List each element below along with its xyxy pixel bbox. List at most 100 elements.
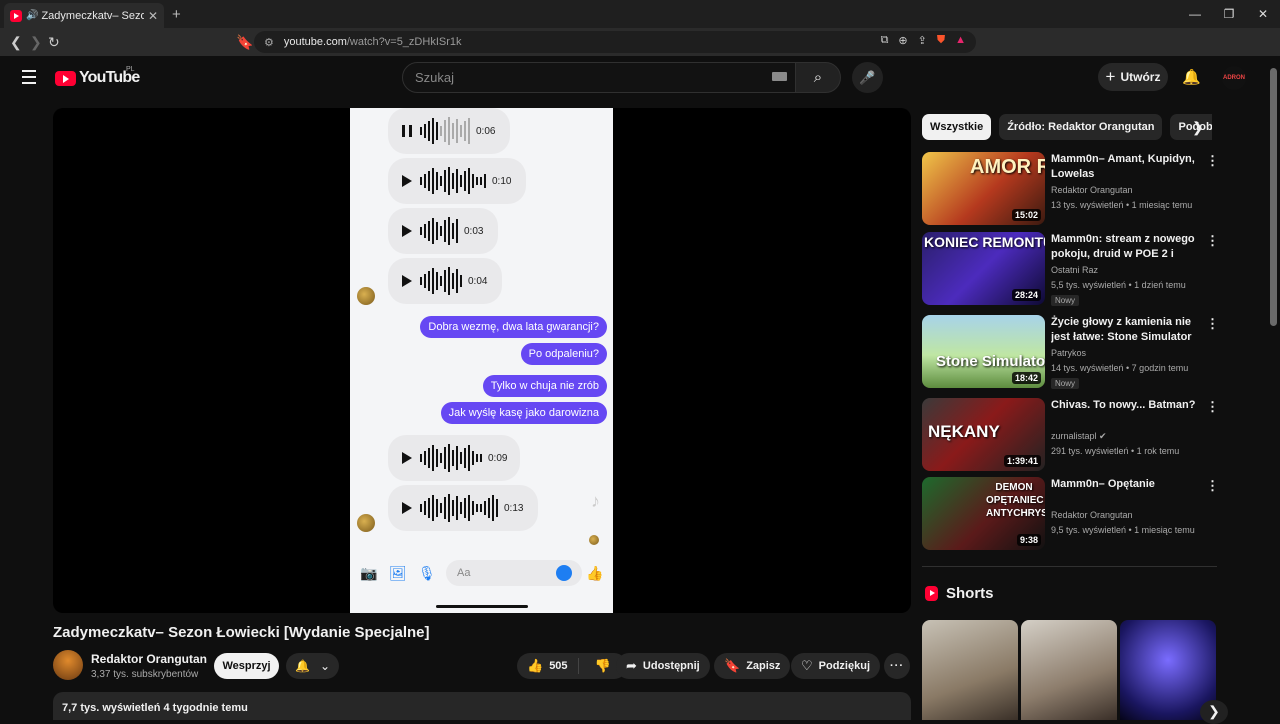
- open-external-icon[interactable]: ⧉: [881, 34, 889, 47]
- shorts-heading: Shorts: [946, 585, 994, 602]
- sender-avatar: [357, 514, 375, 532]
- brave-rewards-icon[interactable]: ▲: [955, 34, 966, 47]
- channel-avatar[interactable]: [53, 650, 83, 680]
- channel-name[interactable]: Redaktor Orangutan: [91, 652, 207, 666]
- search-icon: ⌕: [813, 69, 823, 86]
- video-meta: 9,5 tys. wyświetleń • 1 miesiąc temu: [1051, 525, 1195, 535]
- thumbs-up-icon: 👍: [586, 565, 604, 581]
- thumbnail-caption: KONIEC REMONTU: [924, 234, 1045, 250]
- video-title: Życie głowy z kamienia nie jest łatwe: S…: [1051, 316, 1192, 343]
- mic-icon: 🎙: [418, 565, 436, 581]
- voice-message: 0:09: [388, 435, 520, 481]
- mic-icon: 🎤: [859, 70, 876, 85]
- more-options-icon[interactable]: ⋮: [1206, 154, 1219, 167]
- video-thumbnail[interactable]: DEMON OPĘTANIEC ANTYCHRYST 9:38: [922, 477, 1045, 550]
- browser-toolbar: ❮ ❯ ↻ 🔖 ⚙ youtube.com /watch?v=5_zDHkISr…: [0, 28, 1280, 76]
- notifications-bell-icon[interactable]: 🔔: [1182, 68, 1201, 86]
- voice-message: 0:03: [388, 208, 498, 254]
- reload-icon[interactable]: ↻: [48, 34, 60, 51]
- save-button[interactable]: 🔖 Zapisz: [714, 653, 791, 679]
- more-options-icon[interactable]: ⋮: [1206, 400, 1219, 413]
- share-button[interactable]: ➦ Udostępnij: [616, 653, 710, 679]
- search-input[interactable]: Szukaj: [402, 62, 796, 93]
- heart-dollar-icon: ♡: [801, 658, 813, 673]
- voice-message: 0:04: [388, 258, 502, 304]
- video-thumbnail[interactable]: Stone Simulator 18:42: [922, 315, 1045, 388]
- video-duration: 18:42: [1011, 372, 1041, 384]
- video-thumbnail[interactable]: NĘKANY 1:39:41: [922, 398, 1045, 471]
- more-options-icon[interactable]: ⋮: [1206, 479, 1219, 492]
- chip-source[interactable]: Źródło: Redaktor Orangutan: [999, 114, 1163, 140]
- audio-playing-icon[interactable]: 🔊: [26, 10, 38, 21]
- hamburger-menu-icon[interactable]: [22, 70, 36, 88]
- video-meta: 5,5 tys. wyświetleń • 1 dzień temu: [1051, 280, 1186, 290]
- brave-shields-icon[interactable]: ⛊: [937, 34, 945, 47]
- like-button[interactable]: 👍 505: [517, 658, 579, 674]
- subscriber-count: 3,37 tys. subskrybentów: [91, 669, 199, 680]
- thanks-button[interactable]: ♡ Podziękuj: [791, 653, 880, 679]
- minimize-button[interactable]: —: [1178, 7, 1212, 21]
- more-actions-button[interactable]: ···: [884, 653, 910, 679]
- youtube-play-icon: [55, 70, 76, 86]
- video-thumbnail[interactable]: AMOR RA 15:02: [922, 152, 1045, 225]
- user-avatar[interactable]: ADRON: [1222, 66, 1246, 90]
- video-player[interactable]: 0:06 0:10 0:03 0:04 0:09 0:13 Dobra wezmę, dwa…: [53, 108, 911, 613]
- create-button[interactable]: + Utwórz: [1098, 63, 1168, 91]
- tab-close-icon[interactable]: ✕: [148, 9, 158, 23]
- recommended-video[interactable]: NĘKANY 1:39:41 Chivas. To nowy... Batman? z…: [922, 398, 1219, 472]
- voice-search-button[interactable]: 🎤: [852, 62, 883, 93]
- recommended-video[interactable]: Stone Simulator 18:42 Życie głowy z kamien…: [922, 315, 1219, 389]
- share-icon[interactable]: ⇪: [918, 34, 927, 47]
- chip-all[interactable]: Wszystkie: [922, 114, 992, 140]
- recommended-video[interactable]: KONIEC REMONTU 28:24 Mamm0n: stream z nowe…: [922, 232, 1219, 306]
- video-title: Mamm0n– Amant, Kupidyn, Lowelas: [1051, 153, 1195, 180]
- channel-name: Patrykos: [1051, 348, 1087, 358]
- address-bar[interactable]: ⚙ youtube.com /watch?v=5_zDHkISr1k ⧉ ⊕ ⇪…: [254, 31, 976, 53]
- new-tab-button[interactable]: +: [172, 6, 181, 23]
- bookmark-icon: 🔖: [724, 658, 741, 673]
- channel-name: Ostatni Raz: [1051, 265, 1099, 275]
- back-icon[interactable]: ❮: [10, 34, 22, 51]
- seen-avatar: [589, 535, 599, 545]
- more-options-icon[interactable]: ⋮: [1206, 234, 1219, 247]
- recommended-video[interactable]: AMOR RA 15:02 Mamm0n– Amant, Kupidyn, Lowe…: [922, 152, 1219, 226]
- play-icon: [402, 502, 412, 514]
- forward-icon[interactable]: ❯: [30, 34, 42, 51]
- video-title: Mamm0n: stream z nowego pokoju, druid w …: [1051, 233, 1195, 260]
- bookmark-icon[interactable]: 🔖: [236, 34, 253, 51]
- keyboard-icon[interactable]: [772, 72, 787, 81]
- chevron-right-icon[interactable]: ❯: [1192, 119, 1204, 136]
- maximize-button[interactable]: ❐: [1212, 7, 1246, 21]
- browser-tab[interactable]: 🔊 Zadymeczkatv– Sezon Łowie ✕: [4, 3, 164, 28]
- create-label: Utwórz: [1120, 70, 1161, 84]
- recommended-video[interactable]: DEMON OPĘTANIEC ANTYCHRYST 9:38 Mamm0n– Op…: [922, 477, 1219, 551]
- video-thumbnail[interactable]: KONIEC REMONTU 28:24: [922, 232, 1045, 305]
- search-button[interactable]: ⌕: [795, 62, 841, 93]
- sender-avatar: [357, 287, 375, 305]
- voice-message: 0:13: [388, 485, 538, 531]
- video-title: Mamm0n– Opętanie: [1051, 478, 1155, 490]
- more-options-icon[interactable]: ⋮: [1206, 317, 1219, 330]
- video-title: Chivas. To nowy... Batman?: [1051, 399, 1196, 411]
- channel-name: Redaktor Orangutan: [1051, 510, 1133, 520]
- short-thumbnail[interactable]: [922, 620, 1018, 720]
- channel-name: zurnalistapl ✔: [1051, 431, 1107, 441]
- browser-tabbar: 🔊 Zadymeczkatv– Sezon Łowie ✕ + — ❐ ✕: [0, 0, 1280, 28]
- support-button[interactable]: Wesprzyj: [214, 653, 279, 679]
- description-box[interactable]: 7,7 tys. wyświetleń 4 tygodnie temu: [53, 692, 911, 720]
- video-meta: 13 tys. wyświetleń • 1 miesiąc temu: [1051, 200, 1193, 210]
- subscription-notifications-button[interactable]: 🔔 ⌄: [286, 653, 339, 679]
- shorts-next-button[interactable]: ❯: [1200, 700, 1228, 724]
- url-path: /watch?v=5_zDHkISr1k: [346, 36, 462, 48]
- verified-icon: ✔: [1096, 431, 1107, 441]
- site-settings-icon[interactable]: ⚙: [264, 36, 274, 49]
- video-duration: 15:02: [1011, 209, 1041, 221]
- page-scrollbar[interactable]: [1270, 56, 1277, 720]
- close-window-button[interactable]: ✕: [1246, 7, 1280, 21]
- youtube-logo[interactable]: YouTube PL: [55, 66, 140, 87]
- zoom-icon[interactable]: ⊕: [898, 34, 907, 47]
- short-thumbnail[interactable]: [1021, 620, 1117, 720]
- youtube-header: YouTube PL Szukaj ⌕ 🎤 + Utwórz 🔔 ADRON: [0, 56, 1280, 100]
- scrollbar-thumb[interactable]: [1270, 68, 1277, 326]
- waveform-icon: [420, 217, 458, 245]
